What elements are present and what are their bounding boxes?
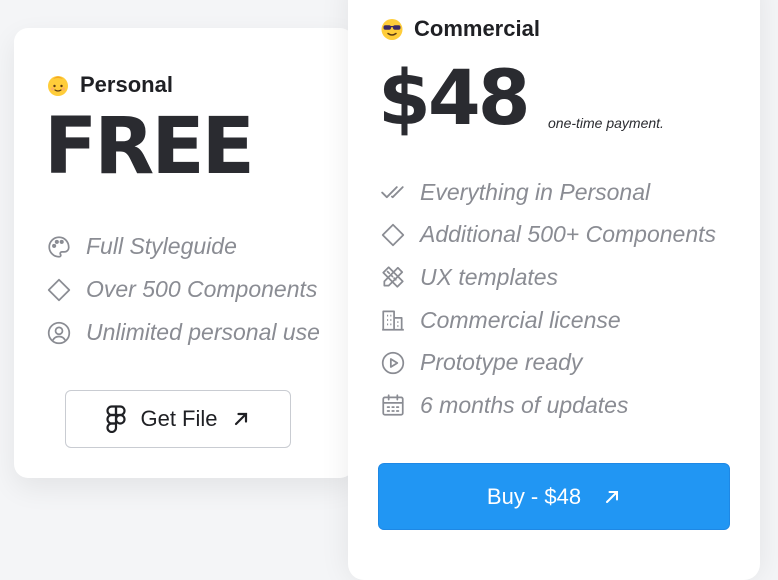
- commercial-price: $48: [378, 53, 531, 142]
- feature-label: 6 months of updates: [420, 391, 629, 418]
- personal-plan-name: Personal: [80, 72, 173, 97]
- feature-label: Everything in Personal: [420, 178, 651, 205]
- arrow-up-right-icon: [603, 488, 621, 506]
- palette-icon: [46, 234, 72, 260]
- play-circle-icon: [380, 350, 406, 376]
- feature-item-personal-use: Unlimited personal use: [46, 311, 320, 354]
- feature-label: UX templates: [420, 263, 559, 290]
- sunglasses-face-icon: [380, 17, 404, 41]
- figma-icon: [106, 405, 127, 433]
- feature-item-components: Over 500 Components: [46, 268, 320, 311]
- feature-label: Over 500 Components: [86, 276, 318, 302]
- commercial-plan-header: Commercial: [380, 16, 540, 42]
- feature-label: Full Styleguide: [86, 233, 237, 259]
- personal-price: FREE: [44, 102, 255, 192]
- user-circle-icon: [46, 320, 72, 346]
- feature-item-commercial-license: Commercial license: [380, 299, 716, 342]
- commercial-feature-list: Everything in Personal Additional 500+ C…: [380, 171, 716, 427]
- feature-item-prototype-ready: Prototype ready: [380, 341, 716, 384]
- feature-item-everything-personal: Everything in Personal: [380, 171, 716, 214]
- buy-button[interactable]: Buy - $48: [378, 463, 730, 530]
- building-icon: [380, 307, 406, 333]
- diamond-icon: [46, 277, 72, 303]
- double-check-icon: [380, 179, 406, 205]
- feature-item-additional-components: Additional 500+ Components: [380, 214, 716, 257]
- price-note: one-time payment.: [548, 115, 664, 131]
- diamond-icon: [380, 222, 406, 248]
- baby-face-icon: [46, 73, 70, 97]
- feature-item-updates: 6 months of updates: [380, 384, 716, 427]
- feature-label: Additional 500+ Components: [420, 221, 717, 248]
- personal-feature-list: Full Styleguide Over 500 Components Unli…: [46, 225, 320, 354]
- get-file-button[interactable]: Get File: [65, 390, 291, 448]
- feature-item-ux-templates: UX templates: [380, 256, 716, 299]
- feature-label: Prototype ready: [420, 349, 583, 376]
- feature-label: Commercial license: [420, 306, 621, 333]
- calendar-icon: [380, 392, 406, 418]
- ruler-pencil-icon: [380, 264, 406, 290]
- buy-label: Buy - $48: [486, 483, 582, 509]
- feature-item-styleguide: Full Styleguide: [46, 225, 320, 268]
- arrow-up-right-icon: [232, 410, 250, 428]
- feature-label: Unlimited personal use: [86, 319, 320, 345]
- personal-plan-header: Personal: [46, 72, 173, 98]
- commercial-plan-name: Commercial: [414, 16, 540, 41]
- get-file-label: Get File: [140, 406, 218, 431]
